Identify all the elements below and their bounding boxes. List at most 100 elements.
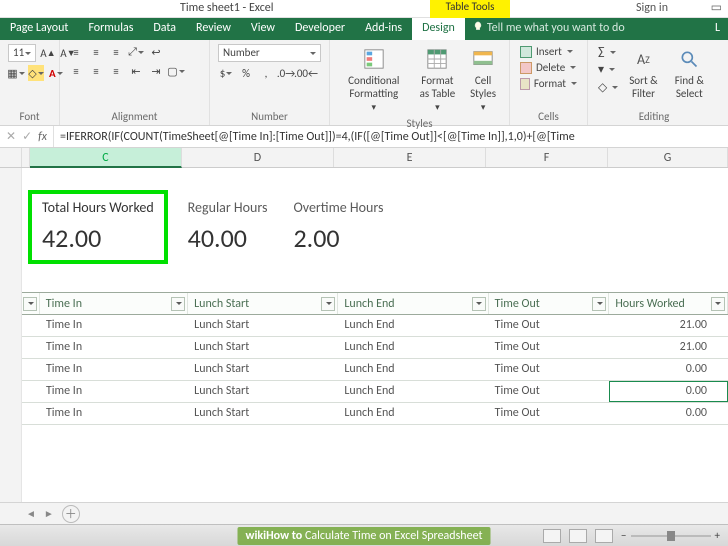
sheet-nav-prev-icon[interactable]: ◄ (26, 507, 36, 520)
cell-time-out[interactable]: Time Out (489, 337, 610, 358)
align-left-icon[interactable]: ≡ (68, 63, 84, 79)
font-size-select[interactable]: 11 (8, 44, 36, 62)
tab-data[interactable]: Data (143, 18, 186, 40)
cell-hours-worked[interactable]: 0.00 (609, 359, 728, 380)
new-sheet-button[interactable]: ＋ (62, 505, 80, 523)
increase-decimal-icon[interactable]: .0→ (278, 65, 294, 81)
align-top-icon[interactable]: ≡ (68, 44, 84, 60)
percent-format-icon[interactable]: % (238, 65, 254, 81)
col-header-f[interactable]: F (486, 148, 608, 167)
comma-format-icon[interactable]: , (258, 65, 274, 81)
select-all-corner[interactable] (0, 148, 22, 167)
cell-lunch-end[interactable]: Lunch End (338, 403, 488, 424)
table-row[interactable]: Time InLunch StartLunch EndTime Out0.00 (22, 359, 728, 381)
align-right-icon[interactable]: ≡ (108, 63, 124, 79)
sign-in-link[interactable]: Sign in (636, 1, 668, 15)
table-row[interactable]: Time InLunch StartLunch EndTime Out21.00 (22, 315, 728, 337)
window-controls[interactable]: ▭ (711, 0, 722, 15)
th-hours-worked[interactable]: Hours Worked (609, 293, 728, 314)
cell-time-in[interactable]: Time In (40, 359, 188, 380)
cell-time-in[interactable]: Time In (40, 381, 188, 402)
zoom-slider[interactable]: − + (621, 529, 720, 542)
clear-button[interactable]: ◇ (596, 79, 620, 96)
merge-center-icon[interactable]: ▢ (168, 63, 184, 79)
tab-design[interactable]: Design (412, 18, 465, 40)
page-layout-view-icon[interactable] (569, 529, 587, 543)
normal-view-icon[interactable] (543, 529, 561, 543)
insert-cells-button[interactable]: Insert (518, 44, 579, 59)
cell-time-out[interactable]: Time Out (489, 381, 610, 402)
tell-me-box[interactable]: Tell me what you want to do (465, 18, 633, 40)
cell-lunch-start[interactable]: Lunch Start (188, 403, 338, 424)
increase-indent-icon[interactable]: ⇥ (148, 63, 164, 79)
filter-icon[interactable] (472, 297, 486, 311)
cell-lunch-end[interactable]: Lunch End (338, 359, 488, 380)
fill-color-icon[interactable]: ◇ (28, 65, 44, 81)
tab-view[interactable]: View (241, 18, 285, 40)
cell-lunch-start[interactable]: Lunch Start (188, 337, 338, 358)
worksheet-grid[interactable]: Total Hours Worked 42.00 Regular Hours 4… (0, 168, 728, 508)
fx-button[interactable]: ✕ ✓ fx (0, 126, 54, 147)
cell-lunch-start[interactable]: Lunch Start (188, 315, 338, 336)
filter-icon[interactable] (592, 297, 606, 311)
align-middle-icon[interactable]: ≡ (88, 44, 104, 60)
th-lunch-end[interactable]: Lunch End (338, 293, 488, 314)
cell-lunch-end[interactable]: Lunch End (338, 381, 488, 402)
col-header-g[interactable]: G (608, 148, 728, 167)
cell-hours-worked[interactable]: 21.00 (609, 315, 728, 336)
zoom-out-icon[interactable]: − (621, 529, 626, 542)
table-row[interactable]: Time InLunch StartLunch EndTime Out0.00 (22, 403, 728, 425)
filter-icon[interactable] (321, 297, 335, 311)
col-header-e[interactable]: E (334, 148, 486, 167)
find-select-button[interactable]: Find & Select (667, 44, 712, 102)
th-time-out[interactable]: Time Out (489, 293, 610, 314)
autosum-button[interactable]: ∑ (596, 44, 620, 60)
cell-hours-worked[interactable]: 21.00 (609, 337, 728, 358)
cell-time-out[interactable]: Time Out (489, 315, 610, 336)
col-header-c[interactable]: C (30, 148, 182, 168)
border-icon[interactable]: ▦ (8, 65, 24, 81)
decrease-indent-icon[interactable]: ⇤ (128, 63, 144, 79)
table-row[interactable]: Time InLunch StartLunch EndTime Out21.00 (22, 337, 728, 359)
sheet-nav-next-icon[interactable]: ► (44, 507, 54, 520)
align-bottom-icon[interactable]: ≡ (108, 44, 124, 60)
wrap-text-icon[interactable]: ↩ (148, 44, 164, 60)
th-time-in[interactable]: Time In (40, 293, 188, 314)
cell-lunch-start[interactable]: Lunch Start (188, 381, 338, 402)
col-header-b[interactable] (22, 148, 30, 167)
cancel-formula-icon[interactable]: ✕ (6, 129, 16, 144)
zoom-in-icon[interactable]: + (715, 529, 720, 542)
cell-time-in[interactable]: Time In (40, 403, 188, 424)
cell-time-in[interactable]: Time In (40, 337, 188, 358)
tab-page-layout[interactable]: Page Layout (0, 18, 78, 40)
cell-time-out[interactable]: Time Out (489, 359, 610, 380)
fill-button[interactable]: ▾ (596, 61, 620, 78)
row-headers[interactable] (0, 168, 22, 508)
cell-lunch-end[interactable]: Lunch End (338, 315, 488, 336)
increase-font-icon[interactable]: A▲ (40, 45, 56, 61)
formula-input[interactable]: =IFERROR(IF(COUNT(TimeSheet[@[Time In]:[… (54, 130, 728, 144)
th-lunch-start[interactable]: Lunch Start (188, 293, 338, 314)
cell-styles-button[interactable]: Cell Styles▾ (465, 44, 501, 115)
align-center-icon[interactable]: ≡ (88, 63, 104, 79)
col-header-d[interactable]: D (182, 148, 334, 167)
tab-developer[interactable]: Developer (285, 18, 355, 40)
filter-icon[interactable] (711, 297, 725, 311)
tab-review[interactable]: Review (186, 18, 241, 40)
tab-addins[interactable]: Add-ins (355, 18, 412, 40)
filter-rownum[interactable] (22, 293, 40, 314)
number-format-select[interactable]: Number (218, 44, 321, 62)
filter-icon[interactable] (171, 297, 185, 311)
format-cells-button[interactable]: Format (518, 76, 579, 91)
table-row[interactable]: Time InLunch StartLunch EndTime Out0.00 (22, 381, 728, 403)
orientation-icon[interactable]: ⤢ (128, 44, 144, 60)
conditional-formatting-button[interactable]: Conditional Formatting▾ (338, 44, 410, 115)
format-as-table-button[interactable]: Format as Table▾ (412, 44, 464, 115)
page-break-view-icon[interactable] (595, 529, 613, 543)
cell-hours-worked[interactable]: 0.00 (609, 381, 728, 402)
tab-formulas[interactable]: Formulas (78, 18, 143, 40)
cell-lunch-start[interactable]: Lunch Start (188, 359, 338, 380)
sort-filter-button[interactable]: AZ Sort & Filter (622, 44, 664, 102)
accounting-format-icon[interactable]: $ (218, 65, 234, 81)
cell-time-out[interactable]: Time Out (489, 403, 610, 424)
